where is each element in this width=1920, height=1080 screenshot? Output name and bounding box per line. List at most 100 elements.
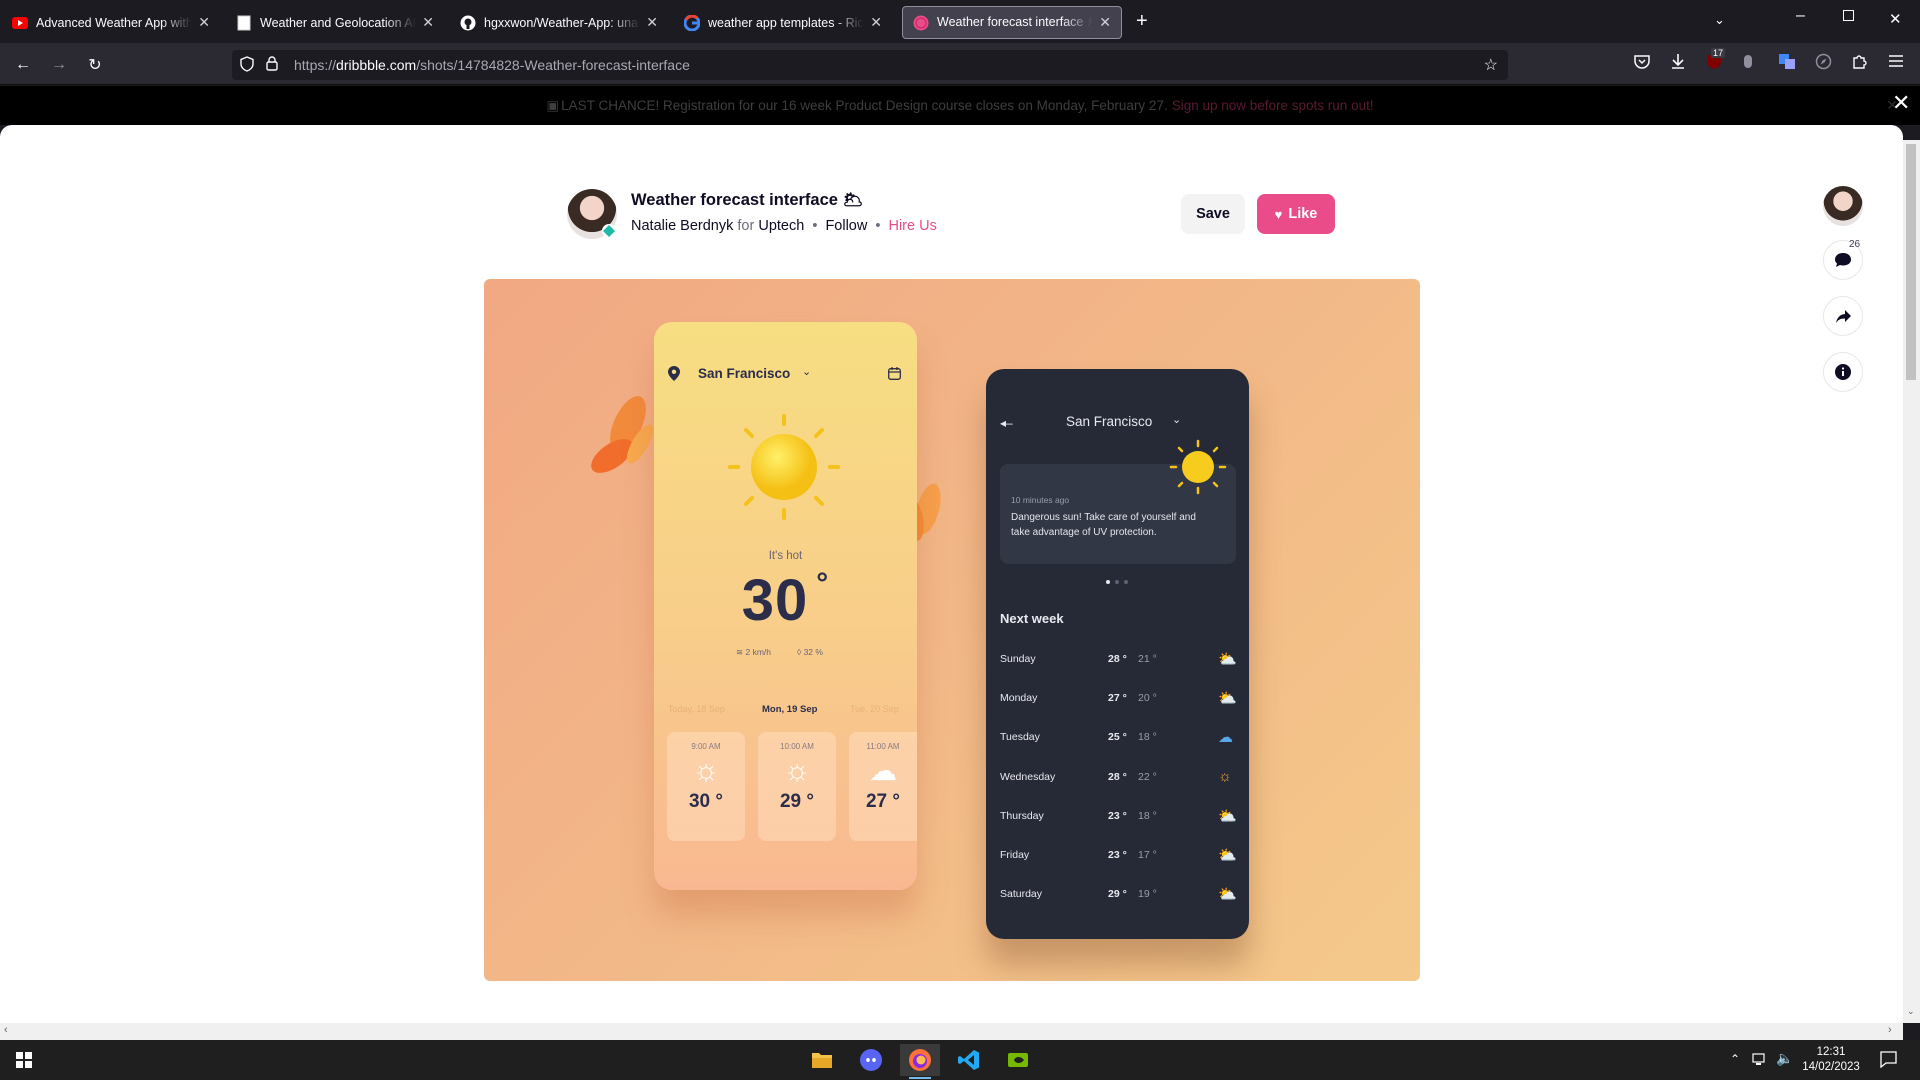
carousel-dots	[1106, 580, 1128, 584]
butterfly-left	[591, 396, 653, 473]
follow-link[interactable]: Follow	[825, 218, 867, 234]
partly-cloudy-icon: ⛅	[1218, 807, 1237, 825]
sun-icon: ☼	[692, 754, 720, 787]
hire-us-link[interactable]: Hire Us	[888, 218, 936, 234]
system-clock[interactable]: 12:31 14/02/2023	[1799, 1045, 1863, 1075]
wind-info: ≋ 2 km/h	[736, 647, 772, 657]
day-tab-mon: Mon, 19 Sep	[762, 704, 818, 715]
extensions-puzzle-icon[interactable]	[1851, 53, 1868, 75]
active-app-indicator	[909, 1077, 931, 1079]
sun-icon: ☼	[783, 754, 811, 787]
scroll-down-icon[interactable]: ⌄	[1907, 1006, 1915, 1017]
new-tab-icon[interactable]: +	[1136, 10, 1148, 33]
list-tabs-icon[interactable]: ⌄	[1714, 12, 1725, 28]
sidebar-author-avatar[interactable]	[1823, 186, 1863, 226]
youtube-icon	[12, 15, 28, 31]
windows-start-icon[interactable]	[4, 1044, 44, 1076]
volume-icon[interactable]: 🔈	[1776, 1050, 1793, 1067]
tab-google[interactable]: weather app templates - Ricerca Google ✕	[674, 6, 892, 39]
current-temp: 30 °	[741, 567, 830, 633]
info-button[interactable]	[1823, 352, 1863, 392]
extension-badge: 17	[1711, 48, 1726, 58]
chevron-down-icon: ⌄	[1172, 414, 1182, 426]
close-tab-icon[interactable]: ✕	[416, 14, 434, 31]
tab-github[interactable]: hgxxwon/Weather-App: una semplice ✕	[450, 6, 668, 39]
extension-icon[interactable]	[1744, 55, 1752, 68]
hour-card: 10:00 AM ☼ 29 °	[758, 732, 836, 841]
forecast-high: 23 °	[1108, 809, 1127, 822]
restore-icon[interactable]	[1843, 10, 1854, 21]
tab-geolocation[interactable]: Weather and Geolocation API - Tutorial ✕	[226, 6, 444, 39]
close-overlay-icon[interactable]: ✕	[1892, 92, 1910, 114]
close-window-icon[interactable]: ✕	[1889, 10, 1902, 28]
forecast-high: 25 °	[1108, 731, 1127, 744]
tab-youtube[interactable]: Advanced Weather App with JavaScript ✕	[2, 6, 220, 39]
close-tab-icon[interactable]: ✕	[640, 14, 658, 31]
forecast-high: 28 °	[1108, 653, 1127, 665]
forecast-day: Saturday	[1000, 888, 1043, 901]
pocket-icon[interactable]	[1634, 54, 1650, 73]
shot-image[interactable]: San Francisco ⌄ It's hot 30 ° ≋ 2 km/h ◊ …	[484, 279, 1420, 981]
notifications-icon[interactable]	[1880, 1051, 1897, 1073]
firefox-icon[interactable]	[900, 1044, 940, 1076]
lock-icon	[266, 56, 282, 74]
minimize-icon[interactable]: –	[1796, 7, 1805, 25]
partly-sunny-icon: ⛅	[1218, 690, 1237, 708]
author-name[interactable]: Natalie Berdnyk	[631, 218, 733, 234]
translate-icon[interactable]	[1779, 54, 1796, 75]
close-tab-icon[interactable]: ✕	[864, 14, 882, 31]
share-button[interactable]	[1823, 296, 1863, 336]
calendar-icon	[888, 367, 901, 385]
menu-icon[interactable]	[1888, 54, 1904, 73]
scroll-right-icon[interactable]: ›	[1888, 1024, 1892, 1036]
vscode-icon[interactable]	[949, 1044, 989, 1076]
wind-icon: ≋	[736, 647, 744, 657]
tab-bar: Advanced Weather App with JavaScript ✕ W…	[0, 0, 1920, 43]
like-button[interactable]: ♥ Like	[1257, 194, 1335, 234]
forecast-low: 18 °	[1138, 809, 1157, 822]
partly-sunny-icon: ⛅	[1218, 886, 1237, 904]
url-bar[interactable]: https://dribbble.com/shots/14784828-Weat…	[232, 50, 1508, 80]
day-tab-tue: Tue, 20 Sep	[850, 704, 899, 714]
partly-cloudy-icon: ⛅	[1218, 847, 1237, 864]
bookmark-star-icon[interactable]: ☆	[1484, 55, 1498, 75]
back-arrow-icon: ◂–	[1000, 416, 1013, 430]
close-tab-icon[interactable]: ✕	[192, 14, 210, 31]
scroll-left-icon[interactable]: ‹	[4, 1024, 8, 1036]
vertical-scrollbar[interactable]: ⌄	[1903, 140, 1920, 1023]
sun-icon: ☼	[1218, 767, 1232, 785]
forecast-high: 29 °	[1108, 888, 1127, 901]
close-tab-icon[interactable]: ✕	[1093, 14, 1111, 31]
rain-cloud-icon: ☁	[1218, 729, 1233, 747]
forecast-row: Monday 27 ° 20 ° ⛅	[1000, 689, 1237, 709]
share-icon	[1835, 309, 1851, 323]
shot-byline: Natalie Berdnyk for Uptech • Follow • Hi…	[631, 218, 937, 234]
show-hidden-icons[interactable]: ⌃	[1730, 1052, 1740, 1066]
compass-icon[interactable]	[1815, 53, 1832, 75]
condition-label: It's hot	[768, 550, 803, 562]
dribbble-icon	[913, 15, 929, 31]
horizontal-scrollbar[interactable]: ‹ ›	[0, 1023, 1903, 1040]
banner-link[interactable]: Sign up now before spots run out!	[1172, 98, 1374, 113]
back-icon[interactable]: ←	[10, 52, 36, 78]
pro-badge-icon	[602, 224, 616, 238]
info-icon	[1835, 364, 1851, 380]
downloads-icon[interactable]	[1670, 53, 1686, 75]
reload-icon[interactable]: ↻	[82, 52, 108, 78]
tab-dribbble[interactable]: Weather forecast interface 🌥 by Natalie …	[902, 6, 1122, 39]
google-icon	[684, 14, 700, 31]
forecast-low: 22 °	[1138, 770, 1157, 783]
city-label: San Francisco	[698, 366, 791, 381]
discord-icon[interactable]	[851, 1044, 891, 1076]
scrollbar-thumb[interactable]	[1906, 144, 1916, 380]
file-explorer-icon[interactable]	[802, 1044, 842, 1076]
nvidia-icon[interactable]	[998, 1044, 1038, 1076]
forward-icon[interactable]: →	[46, 52, 72, 78]
dark-phone-mockup: ◂– San Francisco ⌄ 10 minutes ago Danger…	[986, 369, 1249, 939]
team-name[interactable]: Uptech	[758, 218, 804, 234]
save-button[interactable]: Save	[1181, 194, 1245, 234]
network-icon[interactable]	[1752, 1052, 1768, 1071]
forecast-day: Sunday	[1000, 653, 1036, 665]
forecast-low: 18 °	[1138, 731, 1157, 744]
hour-card: 11:00 AM ☁ 27 °	[849, 732, 917, 841]
